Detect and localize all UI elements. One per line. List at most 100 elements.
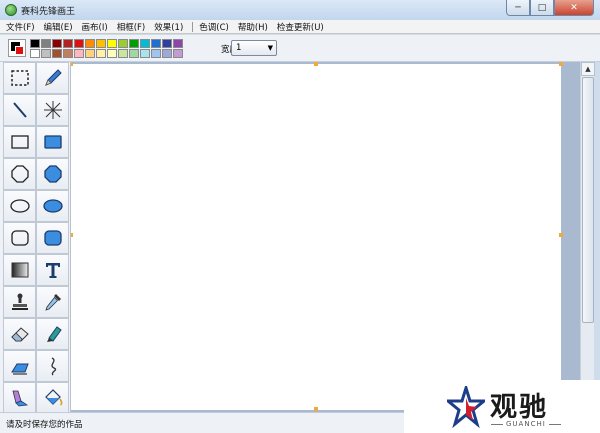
palette-swatch[interactable] [129,49,139,58]
palette-swatch[interactable] [96,49,106,58]
eraser-icon [10,327,29,342]
octagon-filled-tool[interactable] [36,158,69,190]
rounded-rect-filled-tool[interactable] [36,222,69,254]
rounded-rect-filled-icon [43,230,62,246]
color-toolbar: 宽度: 1 ▼ [0,35,600,62]
fill-brush-tool[interactable] [3,382,36,414]
menu-separator [192,21,194,32]
palette-swatch[interactable] [129,39,139,48]
resize-handle-top-left[interactable] [71,62,73,66]
menu-effects[interactable]: 效果(1) [154,21,183,33]
octagon-outline-tool[interactable] [3,158,36,190]
rect-filled-tool[interactable] [36,126,69,158]
background-color[interactable] [15,46,24,55]
palette-swatch[interactable] [96,39,106,48]
palette-swatch[interactable] [151,49,161,58]
ellipse-outline-icon [9,199,30,213]
brush-icon [10,363,29,375]
current-colors[interactable] [8,39,26,57]
gradient-icon [11,262,28,278]
palette-swatch[interactable] [162,39,172,48]
text-t-icon [45,263,60,278]
marker-icon [46,326,62,342]
menu-file[interactable]: 文件(F) [6,21,35,33]
vertical-scrollbar[interactable]: ▲ [580,62,595,412]
resize-handle-middle-right[interactable] [559,233,563,237]
eyedropper-icon [44,294,61,311]
palette-swatch[interactable] [107,49,117,58]
palette-swatch[interactable] [63,39,73,48]
palette-swatch[interactable] [140,49,150,58]
resize-handle-bottom-center[interactable] [314,407,318,411]
palette-swatch[interactable] [41,49,51,58]
width-select[interactable]: 1 ▼ [231,40,277,56]
palette-swatch[interactable] [52,49,62,58]
rect-outline-tool[interactable] [3,126,36,158]
pencil-tool[interactable] [36,62,69,94]
palette-swatch[interactable] [41,39,51,48]
window-title: 赛科先锋画王 [21,7,76,17]
line-tool[interactable] [3,94,36,126]
rect-filled-icon [43,135,62,149]
rect-outline-icon [10,135,29,149]
palette-swatch[interactable] [173,49,183,58]
ellipse-filled-tool[interactable] [36,190,69,222]
palette-swatch[interactable] [30,49,40,58]
resize-handle-middle-left[interactable] [71,233,73,237]
app-window: 赛科先锋画王 ─ □ ✕ 文件(F) 编辑(E) 画布(I) 相框(F) 效果(… [0,0,600,433]
maximize-button[interactable]: □ [530,0,554,16]
minimize-button[interactable]: ─ [506,0,530,16]
color-palette [30,39,183,58]
palette-swatch[interactable] [107,39,117,48]
stamp-tool[interactable] [3,286,36,318]
rounded-rect-outline-tool[interactable] [3,222,36,254]
palette-swatch[interactable] [85,49,95,58]
palette-swatch[interactable] [63,49,73,58]
ellipse-outline-tool[interactable] [3,190,36,222]
menu-frame[interactable]: 相框(F) [117,21,146,33]
scroll-up-button[interactable]: ▲ [581,62,595,76]
eyedropper-tool[interactable] [36,286,69,318]
resize-handle-top-center[interactable] [314,62,318,66]
brush-tool[interactable] [3,350,36,382]
line-icon [12,102,27,118]
curve-tool[interactable] [36,350,69,382]
eraser-tool[interactable] [3,318,36,350]
spray-tool[interactable] [36,94,69,126]
select-rect-tool[interactable] [3,62,36,94]
ellipse-filled-icon [42,199,63,213]
menu-check-update[interactable]: 检查更新(U) [277,21,324,33]
menu-bar: 文件(F) 编辑(E) 画布(I) 相框(F) 效果(1) 色调(C) 帮助(H… [0,20,600,34]
palette-swatch[interactable] [52,39,62,48]
tool-grid [3,62,69,414]
menu-edit[interactable]: 编辑(E) [44,21,73,33]
resize-handle-top-right[interactable] [559,62,563,66]
palette-swatch[interactable] [162,49,172,58]
gradient-tool[interactable] [3,254,36,286]
scroll-thumb[interactable] [582,77,594,323]
octagon-filled-icon [43,165,62,183]
close-button[interactable]: ✕ [554,0,594,16]
palette-swatch[interactable] [30,39,40,48]
menu-canvas[interactable]: 画布(I) [82,21,108,33]
watermark-name: 观驰 [490,392,548,423]
palette-swatch[interactable] [74,49,84,58]
menu-tone[interactable]: 色调(C) [199,21,229,33]
marker-tool[interactable] [36,318,69,350]
palette-swatch[interactable] [173,39,183,48]
paint-bucket-tool[interactable] [36,382,69,414]
rounded-rect-outline-icon [10,230,29,246]
text-tool[interactable] [36,254,69,286]
palette-swatch[interactable] [140,39,150,48]
drawing-canvas[interactable] [71,64,561,410]
palette-swatch[interactable] [85,39,95,48]
menu-help[interactable]: 帮助(H) [238,21,268,33]
palette-swatch[interactable] [118,49,128,58]
watermark-sub: GUANCHI [488,420,564,428]
tool-panel [0,62,71,414]
palette-swatch[interactable] [118,39,128,48]
palette-swatch[interactable] [151,39,161,48]
title-bar[interactable]: 赛科先锋画王 ─ □ ✕ [0,0,600,20]
palette-swatch[interactable] [74,39,84,48]
fill-brush-icon [11,390,28,407]
